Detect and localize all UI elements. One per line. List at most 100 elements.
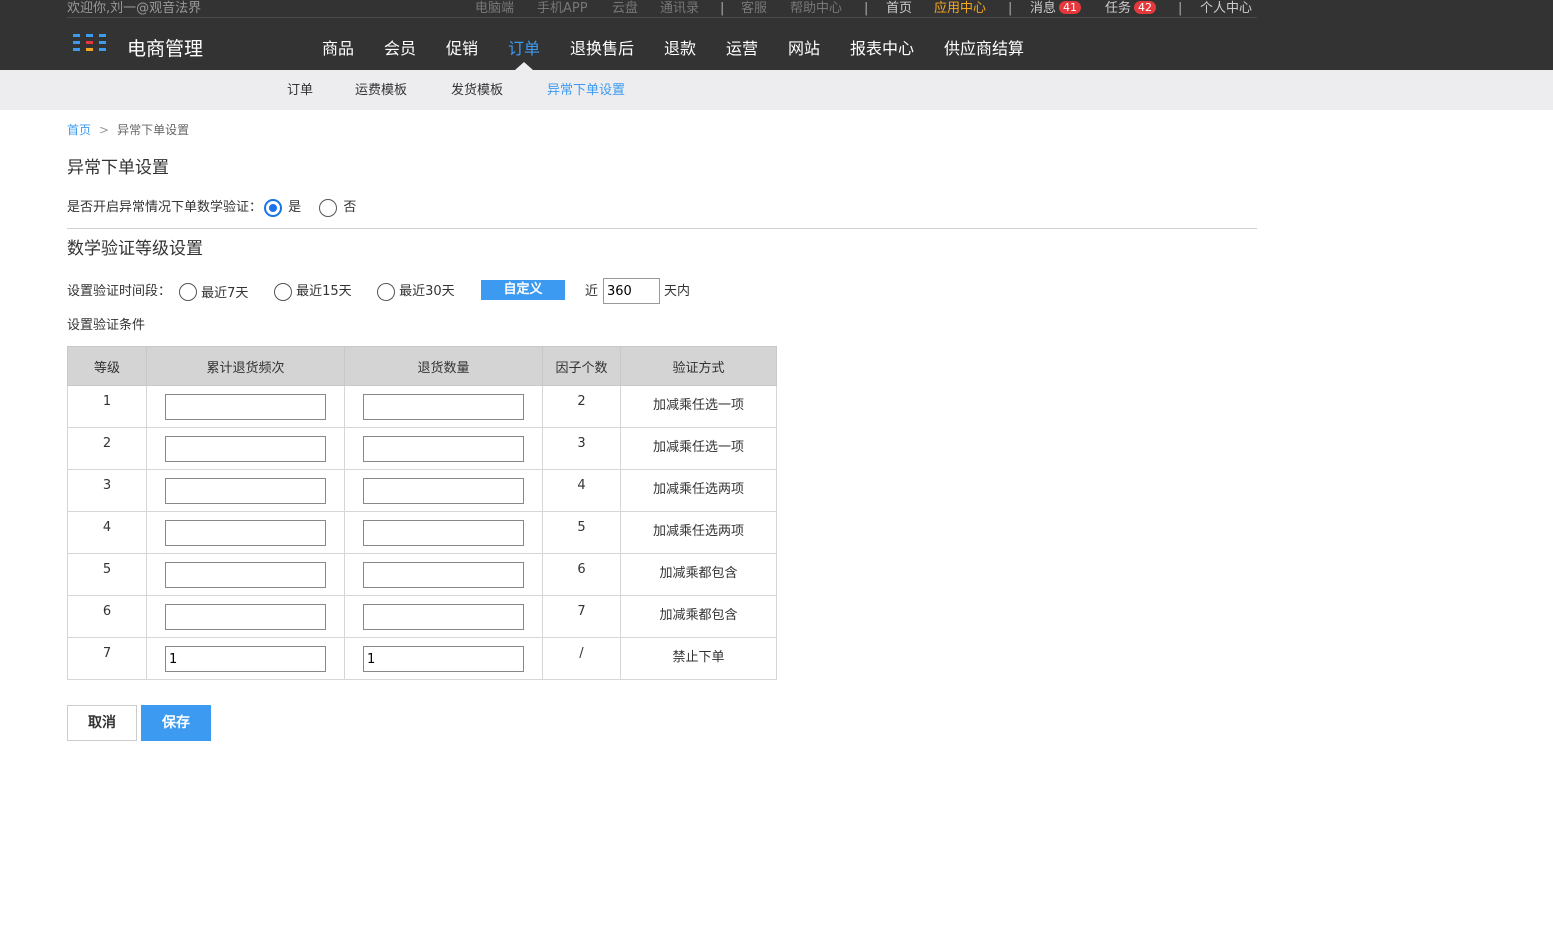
header-factor-count: 因子个数 [542,346,621,386]
radio-15-days[interactable] [274,282,292,301]
link-help-center[interactable]: 帮助中心 [790,0,842,17]
tasks-badge: 42 [1134,1,1157,14]
radio-yes-label: 是 [288,200,302,215]
separator: | [1008,1,1013,16]
link-mobile-app[interactable]: 手机APP [537,0,588,17]
custom-button[interactable]: 自定义 [481,280,565,300]
option-7-days-label: 最近7天 [201,286,249,301]
return-frequency-input[interactable] [165,562,326,588]
near-label: 近 [585,284,599,299]
breadcrumb-home[interactable]: 首页 [67,123,91,137]
cancel-button[interactable]: 取消 [67,705,137,741]
return-frequency-input[interactable] [165,394,326,420]
cell-level: 6 [67,595,147,638]
separator: | [1178,1,1183,16]
messages-badge: 41 [1059,1,1082,14]
link-app-center[interactable]: 应用中心 [934,0,986,17]
nav-item-members[interactable]: 会员 [384,38,416,60]
return-quantity-input[interactable] [363,394,524,420]
option-30-days[interactable]: 最近30天 [377,278,455,306]
option-7-days[interactable]: 最近7天 [179,278,248,306]
nav-item-products[interactable]: 商品 [322,38,354,60]
verification-toggle: 是否开启异常情况下单数学验证： 是 否 [67,196,356,220]
custom-days-input[interactable] [603,278,660,304]
breadcrumb-current: 异常下单设置 [117,123,190,137]
cell-return-quantity [344,511,543,554]
cell-return-frequency [146,427,345,470]
header-verification-method: 验证方式 [620,346,777,386]
page-title: 异常下单设置 [67,158,169,178]
save-button[interactable]: 保存 [141,705,211,741]
header-return-frequency: 累计退货频次 [146,346,345,386]
cell-level: 5 [67,553,147,596]
verification-levels-table: 等级 累计退货频次 退货数量 因子个数 验证方式 1 2 加减乘任选一项 2 3 加减乘任… [67,346,777,680]
nav-item-promotions[interactable]: 促销 [446,38,478,60]
link-cloud-disk[interactable]: 云盘 [612,0,638,17]
cell-return-quantity [344,553,543,596]
logo-bar [86,48,93,51]
subnav-item-shipping-template[interactable]: 运费模板 [355,82,407,99]
link-service[interactable]: 客服 [741,0,767,17]
cell-verification-method: 加减乘任选两项 [620,511,777,554]
nav-item-returns[interactable]: 退换售后 [570,38,634,60]
days-suffix: 天内 [664,284,691,299]
header-return-quantity: 退货数量 [344,346,543,386]
conditions-label: 设置验证条件 [67,318,146,333]
logo-bar [99,48,106,51]
nav-item-orders[interactable]: 订单 [508,38,540,60]
cell-factor-count: 4 [542,469,621,512]
section-divider [67,228,1257,229]
nav-item-refunds[interactable]: 退款 [664,38,696,60]
option-30-days-label: 最近30天 [399,284,455,299]
radio-30-days[interactable] [377,282,395,301]
radio-7-days[interactable] [179,282,197,301]
logo-bar [99,41,106,44]
nav-item-reports[interactable]: 报表中心 [850,38,914,60]
cell-verification-method: 加减乘任选一项 [620,385,777,428]
subnav-item-delivery-template[interactable]: 发货模板 [451,82,503,99]
radio-no[interactable] [319,198,338,217]
return-frequency-input[interactable] [165,520,326,546]
return-quantity-input[interactable] [363,478,524,504]
return-frequency-input[interactable] [165,646,326,672]
link-tasks[interactable]: 任务 42 [1105,0,1157,17]
nav-item-operations[interactable]: 运营 [726,38,758,60]
return-quantity-input[interactable] [363,520,524,546]
option-15-days-label: 最近15天 [296,284,352,299]
cell-return-frequency [146,637,345,680]
cell-factor-count: 2 [542,385,621,428]
table-header-row: 等级 累计退货频次 退货数量 因子个数 验证方式 [67,346,777,386]
return-quantity-input[interactable] [363,604,524,630]
link-messages[interactable]: 消息 41 [1030,0,1082,17]
nav-item-supplier-settlement[interactable]: 供应商结算 [944,38,1024,60]
app-grid-icon[interactable] [73,34,113,56]
link-home[interactable]: 首页 [886,0,912,17]
option-15-days[interactable]: 最近15天 [274,278,352,306]
link-profile[interactable]: 个人中心 [1200,0,1252,17]
welcome-text: 欢迎你,刘一@观音法界 [67,1,202,16]
logo-bar [86,34,93,37]
table-row: 2 3 加减乘任选一项 [67,427,777,470]
return-frequency-input[interactable] [165,478,326,504]
messages-label: 消息 [1030,1,1057,16]
return-quantity-input[interactable] [363,646,524,672]
return-frequency-input[interactable] [165,604,326,630]
brand-name[interactable]: 电商管理 [127,36,203,62]
cell-return-quantity [344,427,543,470]
logo-bar [99,34,106,37]
link-contacts[interactable]: 通讯录 [660,0,699,17]
cell-level: 4 [67,511,147,554]
link-desktop[interactable]: 电脑端 [475,0,514,17]
return-quantity-input[interactable] [363,436,524,462]
nav-item-website[interactable]: 网站 [788,38,820,60]
separator: | [864,1,869,16]
subnav-item-orders[interactable]: 订单 [287,82,313,99]
cell-factor-count: 3 [542,427,621,470]
subnav-item-abnormal-order[interactable]: 异常下单设置 [547,82,625,99]
radio-yes[interactable] [264,198,283,217]
tasks-label: 任务 [1105,1,1132,16]
section-title: 数学验证等级设置 [67,239,203,259]
return-frequency-input[interactable] [165,436,326,462]
return-quantity-input[interactable] [363,562,524,588]
active-nav-caret-icon [515,62,533,70]
